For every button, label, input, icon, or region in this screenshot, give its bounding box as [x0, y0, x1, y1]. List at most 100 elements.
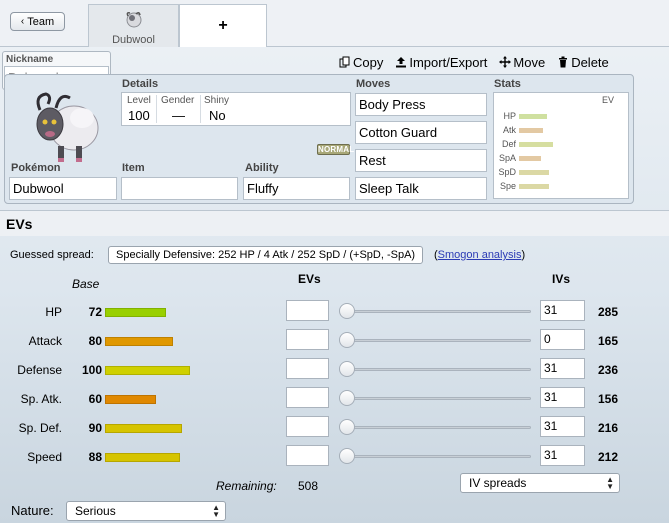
- stat-bar: [519, 183, 549, 189]
- ev-row-attack: Attack 80 0 165: [0, 328, 669, 357]
- base-stat-bar: [105, 308, 166, 317]
- set-actions: Copy Import/Export Move Delete: [339, 54, 609, 70]
- details-box[interactable]: Level 100 Gender — Shiny No: [121, 92, 351, 126]
- ev-slider-thumb[interactable]: [339, 332, 355, 348]
- add-icon: +: [218, 17, 228, 34]
- level-label: Level: [127, 95, 151, 106]
- trash-icon: [559, 56, 568, 68]
- stat-bar-row: SpA: [496, 153, 541, 163]
- iv-input[interactable]: 31: [540, 387, 585, 408]
- stat-total: 285: [598, 305, 619, 319]
- delete-label: Delete: [571, 54, 609, 70]
- ev-input[interactable]: [286, 387, 329, 408]
- ev-slider-track[interactable]: [343, 426, 531, 429]
- ev-slider-thumb[interactable]: [339, 419, 355, 435]
- import-export-label: Import/Export: [409, 54, 488, 70]
- add-pokemon-tab[interactable]: +: [179, 4, 267, 47]
- ev-slider-track[interactable]: [343, 368, 531, 371]
- stat-bar: [519, 155, 541, 161]
- ability-input[interactable]: Fluffy: [243, 177, 350, 200]
- ev-slider-track[interactable]: [343, 455, 531, 458]
- details-divider: [156, 95, 157, 123]
- type-badge-normal: NORMAL: [317, 144, 355, 155]
- move-arrows-icon: [499, 56, 512, 68]
- team-tab-bar: ‹ Team Dubwool +: [0, 0, 669, 47]
- ev-section-title: EVs: [6, 216, 33, 232]
- iv-input[interactable]: 31: [540, 300, 585, 321]
- stat-abbr: Def: [501, 139, 516, 149]
- details-label: Details: [122, 78, 159, 90]
- ev-slider-track[interactable]: [343, 397, 531, 400]
- iv-input[interactable]: 31: [540, 416, 585, 437]
- smogon-analysis-link[interactable]: Smogon analysis: [438, 249, 522, 261]
- import-export-button[interactable]: Import/Export: [395, 55, 487, 70]
- move-3-input[interactable]: Rest: [355, 149, 487, 172]
- stat-abbr: Spe: [499, 181, 516, 191]
- remaining-label: Remaining:: [216, 479, 277, 493]
- ev-row-sp-def: Sp. Def. 90 31 216: [0, 415, 669, 444]
- stat-abbr: Atk: [502, 125, 516, 135]
- ev-input[interactable]: [286, 300, 329, 321]
- pokemon-input[interactable]: Dubwool: [9, 177, 117, 200]
- ev-input[interactable]: [286, 329, 329, 350]
- ev-section-header: EVs: [0, 210, 669, 236]
- delete-button[interactable]: Delete: [557, 55, 609, 70]
- stat-bar: [519, 113, 547, 119]
- stat-total: 236: [598, 363, 619, 377]
- base-header: Base: [72, 277, 100, 291]
- stat-bar-row: HP: [496, 111, 547, 121]
- tab-dubwool-label: Dubwool: [112, 34, 155, 46]
- guessed-spread-button[interactable]: Specially Defensive: 252 HP / 4 Atk / 25…: [108, 246, 424, 264]
- move-4-input[interactable]: Sleep Talk: [355, 177, 487, 200]
- base-stat-bar: [105, 395, 156, 404]
- item-input[interactable]: [121, 177, 238, 200]
- base-stat: 80: [88, 334, 102, 348]
- dubwool-mini-icon: [126, 11, 142, 28]
- base-stat: 100: [82, 363, 103, 377]
- stat-name: Sp. Def.: [18, 421, 62, 435]
- stat-name: Defense: [17, 363, 62, 377]
- ev-slider-thumb[interactable]: [339, 303, 355, 319]
- team-button[interactable]: ‹ Team: [10, 12, 65, 31]
- stat-bar: [519, 127, 543, 133]
- ev-slider-track[interactable]: [343, 339, 531, 342]
- nickname-label: Nickname: [6, 54, 54, 65]
- base-stat-bar: [105, 453, 180, 462]
- iv-input[interactable]: 31: [540, 445, 585, 466]
- ev-input[interactable]: [286, 445, 329, 466]
- ivs-header: IVs: [552, 272, 571, 286]
- copy-button[interactable]: Copy: [339, 55, 383, 70]
- level-value: 100: [128, 108, 150, 123]
- ev-slider-thumb[interactable]: [339, 390, 355, 406]
- gender-label: Gender: [161, 95, 195, 106]
- pokemon-label: Pokémon: [11, 162, 61, 174]
- ability-label: Ability: [245, 162, 279, 174]
- paren-close: ): [521, 249, 526, 261]
- stat-bar: [519, 141, 553, 147]
- ev-input[interactable]: [286, 358, 329, 379]
- ev-slider-track[interactable]: [343, 310, 531, 313]
- stat-bar-row: Atk: [496, 125, 543, 135]
- nature-select[interactable]: Serious ▲ ▼: [66, 501, 226, 521]
- ev-row-speed: Speed 88 31 212: [0, 444, 669, 473]
- iv-input[interactable]: 31: [540, 358, 585, 379]
- iv-input[interactable]: 0: [540, 329, 585, 350]
- tab-dubwool[interactable]: Dubwool: [88, 4, 179, 47]
- ev-row-sp-atk: Sp. Atk. 60 31 156: [0, 386, 669, 415]
- ev-slider-thumb[interactable]: [339, 448, 355, 464]
- shiny-value: No: [209, 108, 226, 123]
- select-arrows-icon: ▲ ▼: [606, 475, 614, 491]
- move-button[interactable]: Move: [499, 55, 545, 70]
- ev-input[interactable]: [286, 416, 329, 437]
- iv-spreads-select[interactable]: IV spreads ▲ ▼: [460, 473, 620, 493]
- ev-slider-thumb[interactable]: [339, 361, 355, 377]
- move-2-input[interactable]: Cotton Guard: [355, 121, 487, 144]
- stat-total: 165: [598, 334, 619, 348]
- stat-bar-row: Spe: [496, 181, 549, 191]
- stats-summary[interactable]: EV HP Atk Def SpA SpD Spe: [493, 92, 629, 199]
- stats-ev-label: EV: [602, 95, 615, 105]
- copy-label: Copy: [353, 54, 384, 70]
- move-1-input[interactable]: Body Press: [355, 93, 487, 116]
- moves-label: Moves: [356, 78, 391, 90]
- select-arrows-icon: ▲ ▼: [212, 503, 220, 519]
